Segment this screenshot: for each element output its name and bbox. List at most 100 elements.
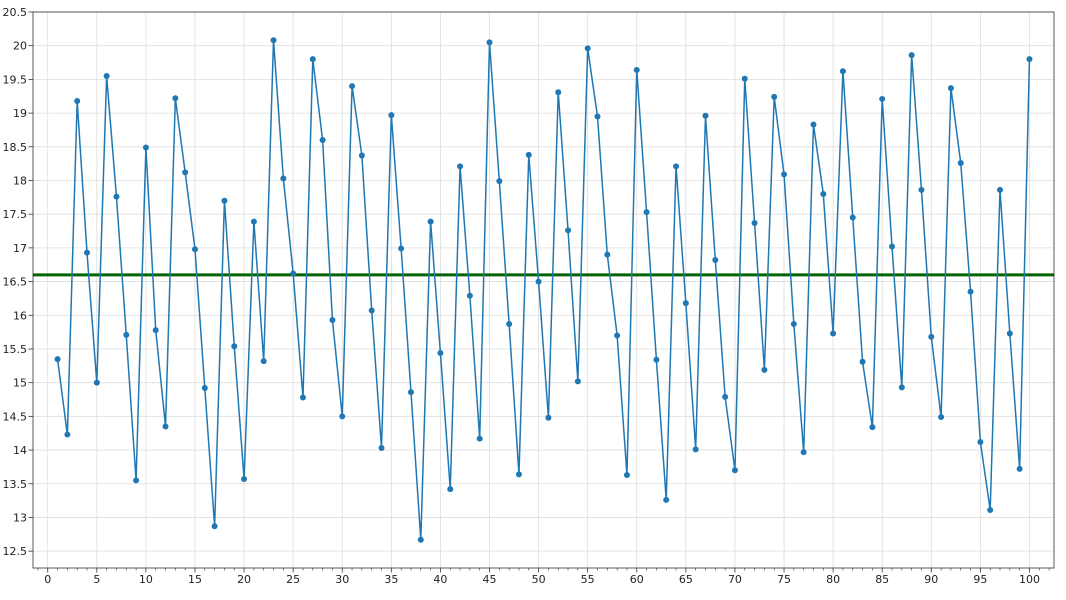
data-point [457,163,464,170]
data-point [977,438,984,445]
data-point [201,385,208,392]
data-point [997,186,1004,193]
data-point [427,218,434,225]
y-tick-label: 14 [13,444,27,457]
data-point [565,227,572,234]
data-point [231,343,238,350]
data-point [800,449,807,456]
x-tick-label: 15 [188,573,202,586]
data-point [918,186,925,193]
data-point [290,270,297,277]
y-tick-label: 18 [13,174,27,187]
data-point [849,214,856,221]
data-point [368,307,375,314]
data-point [614,332,621,339]
data-point [250,218,257,225]
data-point [93,379,100,386]
data-point [64,431,71,438]
data-point [555,89,562,96]
data-point [869,424,876,431]
y-tick-label: 15 [13,377,27,390]
y-tick-label: 17.5 [3,208,28,221]
data-point [358,152,365,159]
y-tick-label: 19 [13,107,27,120]
data-point [191,246,198,253]
data-point [731,467,738,474]
data-point [241,476,248,483]
data-point [790,321,797,328]
x-tick-label: 35 [384,573,398,586]
data-point [299,394,306,401]
plot-background [33,12,1054,568]
y-tick-label: 16 [13,309,27,322]
x-tick-label: 10 [139,573,153,586]
data-point [663,496,670,503]
y-tick-label: 17 [13,242,27,255]
data-point [476,435,483,442]
data-point [221,197,228,204]
x-tick-label: 65 [679,573,693,586]
data-point [535,278,542,285]
y-tick-label: 12.5 [3,545,28,558]
line-chart: 0 5 10 15 20 25 30 35 40 45 50 55 60 65 70 75 80 85 90 95 10… [3,6,1055,586]
data-point [830,330,837,337]
data-point [722,393,729,400]
data-point [506,321,513,328]
data-point [898,384,905,391]
data-point [270,37,277,44]
data-point [398,245,405,252]
x-tick-label: 80 [826,573,840,586]
y-tick-label: 20.5 [3,6,28,19]
y-tick-label: 13.5 [3,478,28,491]
data-point [957,159,964,166]
data-point [908,52,915,59]
x-tick-label: 75 [777,573,791,586]
data-point [584,45,591,52]
data-point [623,471,630,478]
data-point [574,378,581,385]
data-point [54,356,61,363]
data-point [466,292,473,299]
x-tick-label: 100 [1019,573,1040,586]
data-point [741,75,748,82]
x-tick-label: 30 [335,573,349,586]
y-tick-label: 13 [13,511,27,524]
data-point [938,414,945,421]
data-point [142,144,149,151]
data-point [378,445,385,452]
data-point [496,178,503,185]
data-point [211,523,218,530]
y-tick-label: 19.5 [3,73,28,86]
data-point [712,257,719,264]
data-point [515,471,522,478]
data-point [260,358,267,365]
y-tick-label: 20 [13,40,27,53]
data-point [182,169,189,176]
data-point [653,356,660,363]
x-tick-label: 95 [973,573,987,586]
data-point [839,68,846,75]
data-point [673,163,680,170]
data-point [162,423,169,430]
data-point [525,151,532,158]
data-point [123,331,130,338]
data-point [594,113,601,120]
data-point [339,413,346,420]
x-tick-label: 5 [93,573,100,586]
x-tick-label: 45 [483,573,497,586]
data-point [859,358,866,365]
data-point [447,486,454,493]
data-point [761,366,768,373]
data-point [152,327,159,334]
data-point [133,477,140,484]
data-point [74,97,81,104]
data-point [103,73,110,80]
data-point [83,249,90,256]
x-tick-label: 70 [728,573,742,586]
data-point [879,95,886,102]
data-point [437,350,444,357]
data-point [928,333,935,340]
data-point [810,121,817,128]
data-point [947,85,954,92]
data-point [702,112,709,119]
